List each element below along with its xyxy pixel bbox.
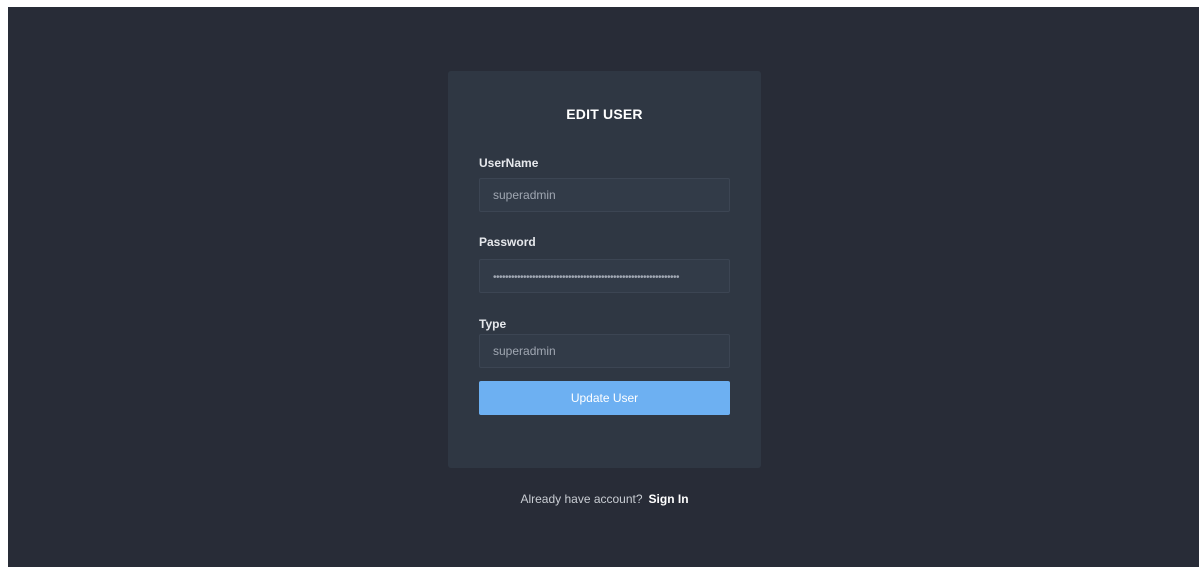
- type-label: Type: [479, 317, 507, 331]
- password-field[interactable]: ••••••••••••••••••••••••••••••••••••••••…: [479, 259, 730, 293]
- username-label: UserName: [479, 156, 539, 170]
- password-label: Password: [479, 235, 536, 249]
- already-have-account-text: Already have account?: [520, 492, 643, 506]
- update-user-button[interactable]: Update User: [479, 381, 730, 415]
- page-title: EDIT USER: [566, 106, 643, 122]
- password-mask: ••••••••••••••••••••••••••••••••••••••••…: [493, 272, 680, 283]
- username-field[interactable]: superadmin: [479, 178, 730, 212]
- page-background: EDIT USER UserName superadmin Password •…: [8, 7, 1199, 567]
- signin-prompt: Already have account? Sign In: [448, 492, 761, 506]
- type-field[interactable]: superadmin: [479, 334, 730, 368]
- sign-in-link[interactable]: Sign In: [649, 492, 689, 506]
- edit-user-card: EDIT USER UserName superadmin Password •…: [448, 71, 761, 468]
